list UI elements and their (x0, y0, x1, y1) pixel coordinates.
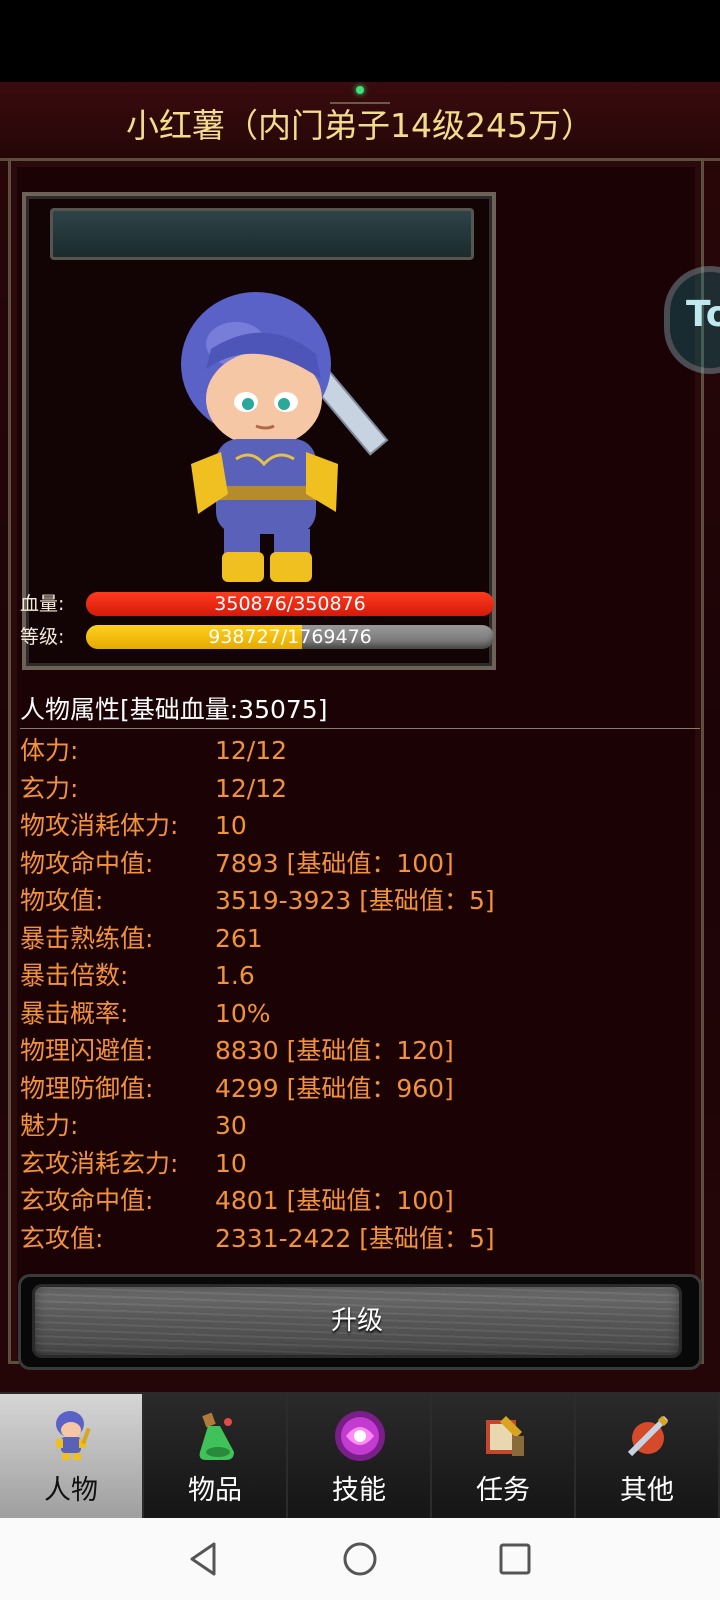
attribute-value: 10 (215, 811, 247, 840)
attribute-name: 玄攻值: (20, 1223, 104, 1253)
back-icon[interactable] (184, 1538, 226, 1580)
tab-items[interactable]: 物品 (144, 1394, 288, 1520)
tab-other[interactable]: 其他 (576, 1394, 720, 1520)
level-label: 等级: (20, 626, 65, 648)
hp-value: 350876/350876 (214, 593, 366, 615)
bottom-tab-bar: 人物 物品 技能 任务 其他 (0, 1392, 720, 1520)
attribute-row: 物攻消耗体力: 10 (20, 807, 700, 845)
upgrade-button[interactable]: 升级 (32, 1284, 682, 1358)
level-exp-bar: 938727/1769476 (86, 625, 494, 649)
attribute-row: 玄攻消耗玄力: 10 (20, 1145, 700, 1183)
attribute-row: 物攻值: 3519-3923 [基础值：5] (20, 882, 700, 920)
attribute-row: 魅力: 30 (20, 1107, 700, 1145)
attribute-name: 物攻值: (20, 886, 104, 915)
attribute-value: 10% (215, 998, 271, 1028)
gem-icon (356, 86, 364, 94)
attribute-value: 30 (215, 1111, 247, 1140)
skill-orb-icon (335, 1411, 385, 1461)
tab-label: 其他 (620, 1475, 674, 1506)
attribute-name: 玄攻消耗玄力: (20, 1148, 179, 1178)
attribute-value: 1.6 (215, 961, 255, 990)
system-nav-bar (0, 1518, 720, 1600)
tab-character[interactable]: 人物 (0, 1394, 144, 1520)
attribute-value: 3519-3923 [基础值：5] (215, 886, 495, 915)
attribute-value: 12/12 (215, 773, 288, 803)
attribute-name: 物攻消耗体力: (20, 811, 179, 840)
attribute-value: 8830 [基础值：120] (215, 1036, 454, 1065)
title-bar: 小红薯（内门弟子14级245万） (0, 82, 720, 161)
attribute-value: 4299 [基础值：960] (215, 1073, 454, 1103)
hero-sprite (181, 292, 389, 582)
tab-label: 技能 (332, 1475, 386, 1506)
hp-label: 血量: (20, 593, 65, 615)
floating-side-label: To (686, 294, 720, 335)
attribute-row: 暴击熟练值: 261 (20, 920, 700, 958)
tab-label: 物品 (188, 1475, 242, 1506)
attribute-row: 玄攻命中值: 4801 [基础值：100] (20, 1182, 700, 1220)
level-exp-value: 938727/1769476 (208, 626, 372, 648)
attribute-value: 7893 [基础值：100] (215, 848, 454, 878)
title-ornament (330, 82, 390, 104)
attribute-row: 玄力: 12/12 (20, 770, 700, 808)
home-icon[interactable] (339, 1538, 381, 1580)
tab-quests[interactable]: 任务 (432, 1394, 576, 1520)
attribute-name: 暴击倍数: (20, 961, 129, 990)
tab-skills[interactable]: 技能 (288, 1394, 432, 1520)
attribute-name: 暴击熟练值: (20, 923, 154, 953)
potion-icon (199, 1412, 234, 1460)
attribute-value: 2331-2422 [基础值：5] (215, 1223, 495, 1253)
attribute-row: 物理闪避值: 8830 [基础值：120] (20, 1032, 700, 1070)
hp-bar: 350876/350876 (86, 592, 494, 616)
quest-icon (486, 1416, 524, 1456)
attribute-row: 暴击概率: 10% (20, 995, 700, 1033)
attribute-row: 暴击倍数: 1.6 (20, 957, 700, 995)
other-icon (627, 1415, 669, 1457)
attribute-row: 物理防御值: 4299 [基础值：960] (20, 1070, 700, 1108)
tab-label: 任务 (476, 1475, 530, 1506)
status-bar (0, 0, 720, 82)
character-icon (56, 1411, 91, 1460)
tab-label: 人物 (44, 1475, 98, 1506)
attribute-row: 物攻命中值: 7893 [基础值：100] (20, 845, 700, 883)
attribute-value: 4801 [基础值：100] (215, 1186, 454, 1215)
attribute-row: 体力: 12/12 (20, 732, 700, 770)
attribute-name: 物理防御值: (20, 1073, 154, 1103)
recents-icon[interactable] (494, 1538, 536, 1580)
portrait-name-plate (50, 208, 474, 260)
attribute-name: 玄力: (20, 773, 79, 803)
attribute-name: 玄攻命中值: (20, 1186, 154, 1215)
page-title: 小红薯（内门弟子14级245万） (126, 106, 594, 145)
attribute-value: 10 (215, 1148, 247, 1178)
attribute-row: 玄攻值: 2331-2422 [基础值：5] (20, 1220, 700, 1258)
attributes-header: 人物属性[基础血量:35075] (20, 692, 700, 729)
attribute-name: 物攻命中值: (20, 848, 154, 878)
attribute-name: 暴击概率: (20, 998, 129, 1028)
attributes-list[interactable]: 体力: 12/12 玄力: 12/12 物攻消耗体力: 10 物攻命中值: 7893 [基础值… (20, 732, 700, 1272)
attribute-name: 物理闪避值: (20, 1036, 154, 1065)
attribute-name: 体力: (20, 736, 79, 765)
attribute-value: 261 (215, 923, 263, 953)
attribute-name: 魅力: (20, 1111, 79, 1140)
attribute-value: 12/12 (215, 736, 288, 765)
